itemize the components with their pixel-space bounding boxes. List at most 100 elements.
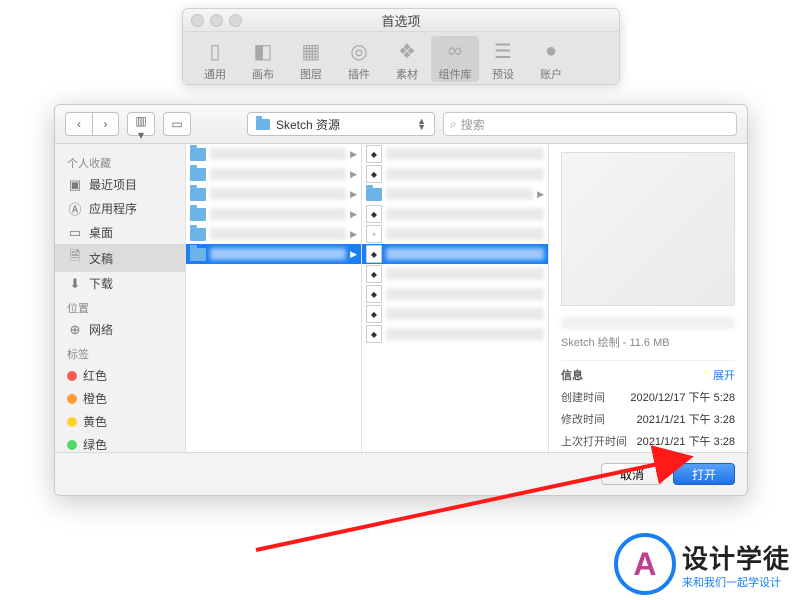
sidebar-downloads[interactable]: ⬇下载	[55, 272, 185, 295]
tab-general[interactable]: ▯通用	[191, 36, 239, 82]
tag-green[interactable]: 绿色	[55, 433, 185, 452]
folder-icon	[190, 148, 206, 161]
folder-icon	[256, 119, 270, 130]
list-item[interactable]: ▫	[362, 224, 548, 244]
view-segment[interactable]: ▥ ▾	[127, 112, 155, 136]
folder-icon	[190, 188, 206, 201]
sketch-file-icon: ◆	[366, 205, 382, 223]
prefs-toolbar: ▯通用 ◧画布 ▦图层 ◎插件 ❖素材 ∞组件库 ☰预设 ●账户	[183, 32, 619, 84]
sidebar: 个人收藏 ▣最近项目 Ⓐ应用程序 ▭桌面 🗎文稿 ⬇下载 位置 ⊕网络 标签 红…	[55, 144, 186, 452]
folder-icon	[190, 228, 206, 241]
list-item[interactable]: ◆	[362, 144, 548, 164]
logo-tagline: 来和我们一起学设计	[682, 574, 790, 590]
prefs-titlebar: 首选项	[183, 9, 619, 32]
canvas-icon: ◧	[239, 36, 287, 66]
image-file-icon: ▫	[366, 225, 382, 243]
open-button[interactable]: 打开	[673, 463, 735, 485]
sidebar-recents[interactable]: ▣最近项目	[55, 173, 185, 196]
info-row: 修改时间2021/1/21 下午 3:28	[561, 408, 735, 430]
tag-orange[interactable]: 橙色	[55, 387, 185, 410]
sidebar-network[interactable]: ⊕网络	[55, 318, 185, 341]
list-item[interactable]: ▶	[186, 184, 361, 204]
search-icon: ⌕	[450, 117, 457, 132]
sketch-file-icon: ◆	[366, 165, 382, 183]
folder-icon	[190, 208, 206, 221]
tag-dot-icon	[67, 371, 77, 381]
sketch-file-icon: ◆	[366, 245, 382, 263]
list-item[interactable]: ◆	[362, 324, 548, 344]
view-columns-icon[interactable]: ▥ ▾	[128, 113, 154, 135]
favorites-header: 个人收藏	[55, 150, 185, 173]
list-item[interactable]: ▶	[186, 204, 361, 224]
column-2[interactable]: ◆ ◆ ▶ ◆ ▫ ◆ ◆ ◆ ◆ ◆	[362, 144, 549, 452]
presets-icon: ☰	[479, 36, 527, 66]
list-item-selected[interactable]: ◆	[362, 244, 548, 264]
tab-canvas[interactable]: ◧画布	[239, 36, 287, 82]
folder-icon	[190, 168, 206, 181]
tag-dot-icon	[67, 394, 77, 404]
tab-libraries[interactable]: ∞组件库	[431, 36, 479, 82]
list-item-selected[interactable]: ▶	[186, 244, 361, 264]
expand-link[interactable]: 展开	[713, 367, 735, 383]
back-button[interactable]: ‹	[66, 113, 92, 135]
list-item[interactable]: ◆	[362, 304, 548, 324]
dialog-footer: 取消 打开	[55, 452, 747, 495]
tab-plugins[interactable]: ◎插件	[335, 36, 383, 82]
general-icon: ▯	[191, 36, 239, 66]
account-icon: ●	[527, 36, 575, 66]
info-row: 创建时间2020/12/17 下午 5:28	[561, 386, 735, 408]
locations-header: 位置	[55, 295, 185, 318]
layers-icon: ▦	[287, 36, 335, 66]
documents-icon: 🗎	[67, 247, 83, 269]
sidebar-documents[interactable]: 🗎文稿	[55, 244, 185, 272]
logo-text: 设计学徒	[682, 539, 790, 576]
path-popup[interactable]: Sketch 资源 ▲▼	[247, 112, 435, 136]
group-icon[interactable]: ▭	[164, 113, 190, 135]
column-browser: ▶ ▶ ▶ ▶ ▶ ▶ ◆ ◆ ▶ ◆ ▫ ◆ ◆ ◆ ◆ ◆	[186, 144, 747, 452]
info-header: 信息	[561, 367, 583, 383]
column-1[interactable]: ▶ ▶ ▶ ▶ ▶ ▶	[186, 144, 362, 452]
list-item[interactable]: ◆	[362, 164, 548, 184]
dialog-toolbar: ‹ › ▥ ▾ ▭ Sketch 资源 ▲▼ ⌕ 搜索	[55, 105, 747, 144]
recents-icon: ▣	[67, 177, 83, 193]
tag-red[interactable]: 红色	[55, 364, 185, 387]
preview-pane: Sketch 绘制 - 11.6 MB 信息 展开 创建时间2020/12/17…	[549, 144, 747, 452]
path-label: Sketch 资源	[276, 116, 340, 133]
list-item[interactable]: ▶	[362, 184, 548, 204]
folder-icon	[190, 248, 206, 261]
desktop-icon: ▭	[67, 225, 83, 241]
preview-subtitle: Sketch 绘制 - 11.6 MB	[561, 334, 735, 350]
info-row: 上次打开时间2021/1/21 下午 3:28	[561, 430, 735, 452]
search-field[interactable]: ⌕ 搜索	[443, 112, 737, 136]
downloads-icon: ⬇	[67, 276, 83, 292]
chevron-updown-icon: ▲▼	[417, 118, 426, 130]
tab-presets[interactable]: ☰预设	[479, 36, 527, 82]
tag-yellow[interactable]: 黄色	[55, 410, 185, 433]
list-item[interactable]: ▶	[186, 164, 361, 184]
list-item[interactable]: ◆	[362, 264, 548, 284]
tab-layers[interactable]: ▦图层	[287, 36, 335, 82]
network-icon: ⊕	[67, 322, 83, 338]
tab-assets[interactable]: ❖素材	[383, 36, 431, 82]
assets-icon: ❖	[383, 36, 431, 66]
list-item[interactable]: ▶	[186, 144, 361, 164]
sketch-file-icon: ◆	[366, 325, 382, 343]
tags-header: 标签	[55, 341, 185, 364]
list-item[interactable]: ◆	[362, 204, 548, 224]
sidebar-applications[interactable]: Ⓐ应用程序	[55, 196, 185, 221]
sketch-file-icon: ◆	[366, 265, 382, 283]
tag-dot-icon	[67, 417, 77, 427]
group-segment[interactable]: ▭	[163, 112, 191, 136]
sidebar-desktop[interactable]: ▭桌面	[55, 221, 185, 244]
libraries-icon: ∞	[431, 36, 479, 66]
forward-button[interactable]: ›	[92, 113, 118, 135]
plugins-icon: ◎	[335, 36, 383, 66]
prefs-title: 首选项	[183, 11, 619, 30]
list-item[interactable]: ▶	[186, 224, 361, 244]
cancel-button[interactable]: 取消	[601, 463, 663, 485]
watermark: A 设计学徒 来和我们一起学设计	[614, 533, 790, 595]
tab-account[interactable]: ●账户	[527, 36, 575, 82]
list-item[interactable]: ◆	[362, 284, 548, 304]
logo-icon: A	[614, 533, 676, 595]
preview-filename	[561, 317, 735, 329]
